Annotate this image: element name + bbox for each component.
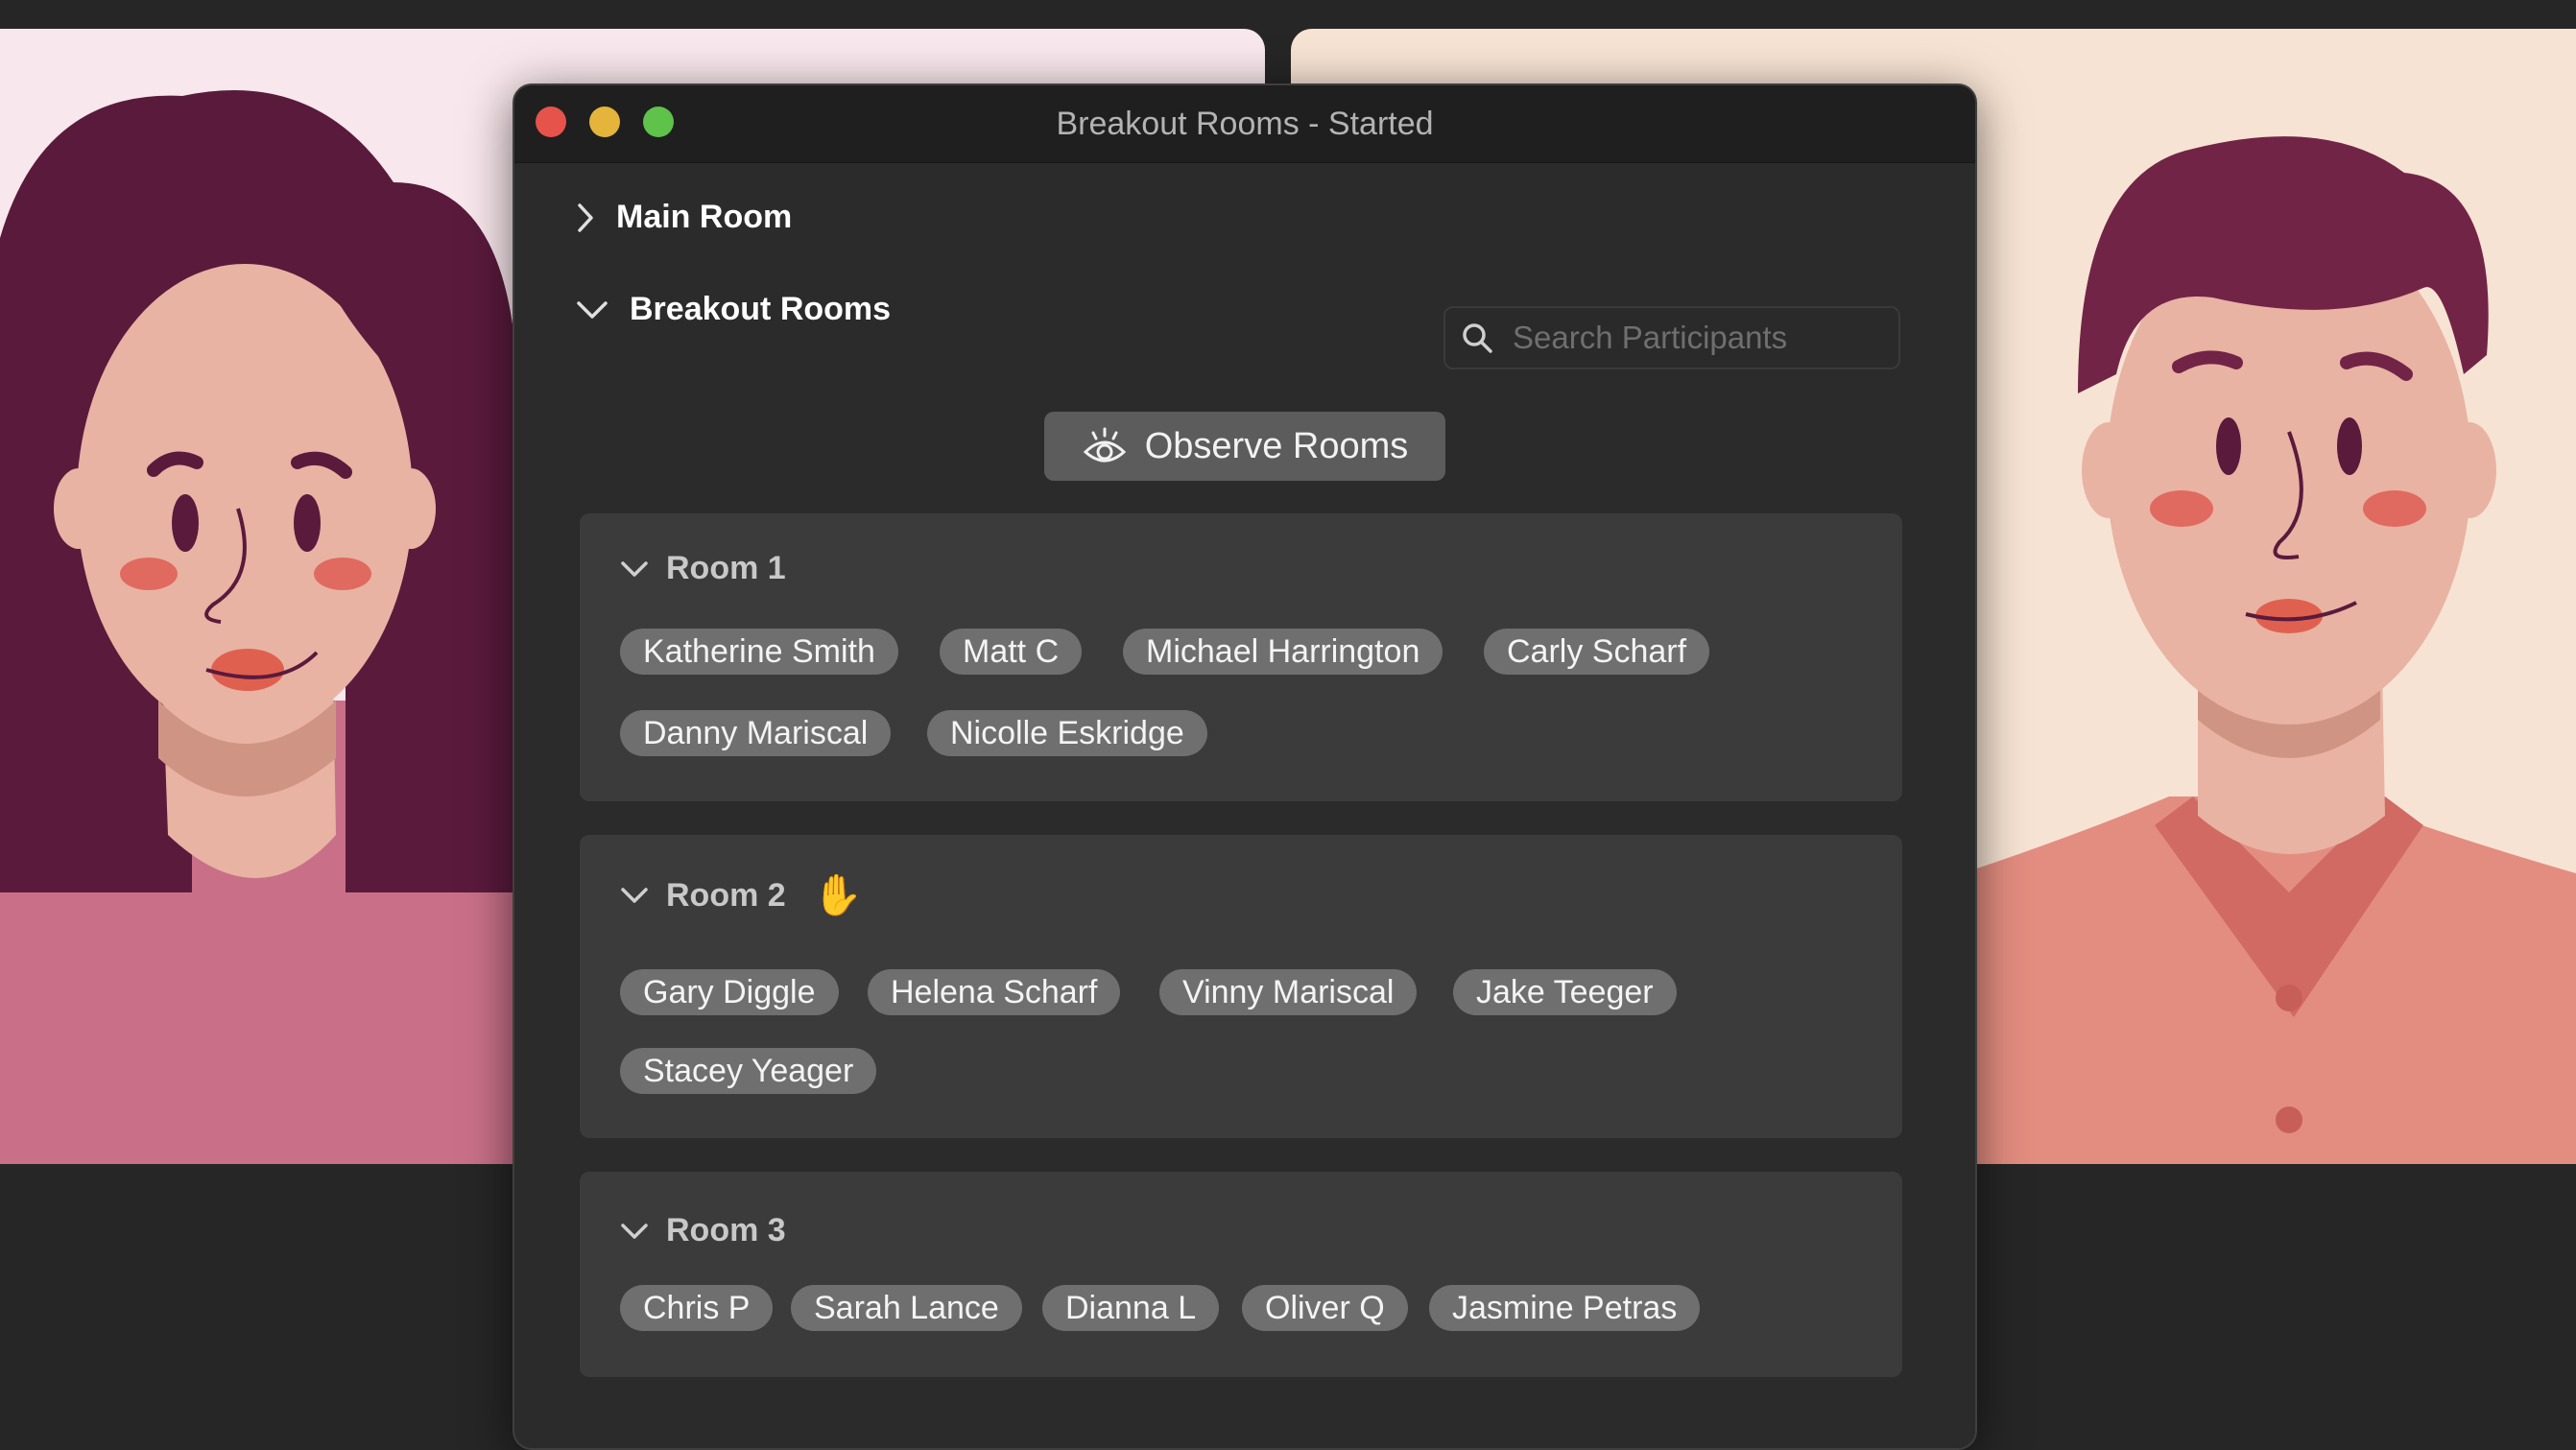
eye-icon	[1083, 427, 1126, 463]
participant-chip[interactable]: Gary Diggle	[620, 969, 839, 1015]
participant-chip[interactable]: Nicolle Eskridge	[927, 710, 1207, 756]
room-3-name: Room 3	[666, 1212, 786, 1248]
participant-chip[interactable]: Chris P	[620, 1285, 774, 1331]
chevron-down-icon	[577, 300, 608, 319]
chevron-down-icon	[621, 560, 648, 577]
participant-chip[interactable]: Katherine Smith	[620, 629, 898, 675]
breakout-rooms-label: Breakout Rooms	[630, 291, 892, 327]
room-1-toggle[interactable]: Room 1	[620, 550, 786, 587]
chevron-down-icon	[621, 888, 648, 903]
room-card-1: Room 1 Katherine Smith Matt C Michael Ha…	[580, 513, 1902, 801]
participant-chip[interactable]: Jake Teeger	[1453, 969, 1677, 1015]
chevron-down-icon	[621, 1223, 648, 1239]
participant-chip[interactable]: Michael Harrington	[1123, 629, 1443, 675]
participant-chip[interactable]: Helena Scharf	[868, 969, 1121, 1015]
room-card-2: Room 2 ✋ Gary Diggle Helena Scharf Vinny…	[580, 835, 1902, 1138]
title-bar: Breakout Rooms - Started	[514, 85, 1975, 163]
room-2-name: Room 2	[666, 876, 786, 914]
observe-rooms-label: Observe Rooms	[1144, 425, 1409, 466]
participant-chip[interactable]: Carly Scharf	[1484, 629, 1710, 675]
chevron-right-icon	[578, 202, 593, 232]
participant-chip[interactable]: Matt C	[940, 629, 1083, 675]
search-icon	[1463, 323, 1492, 353]
participant-chip[interactable]: Vinny Mariscal	[1159, 969, 1418, 1015]
participant-chip[interactable]: Danny Mariscal	[620, 710, 892, 756]
breakout-rooms-toggle[interactable]: Breakout Rooms	[576, 291, 891, 328]
breakout-rooms-window: Breakout Rooms - Started Main Room Break…	[513, 83, 1977, 1450]
main-room-toggle[interactable]: Main Room	[576, 199, 792, 236]
window-title: Breakout Rooms - Started	[1056, 106, 1434, 142]
search-box[interactable]	[1443, 306, 1900, 369]
observe-rooms-button[interactable]: Observe Rooms	[1044, 412, 1445, 481]
raised-hand-icon: ✋	[812, 872, 863, 917]
main-room-label: Main Room	[616, 199, 793, 235]
room-card-3: Room 3 Chris P Sarah Lance Dianna L Oliv…	[580, 1172, 1902, 1377]
participant-chip[interactable]: Stacey Yeager	[620, 1048, 877, 1094]
participant-chip[interactable]: Jasmine Petras	[1429, 1285, 1701, 1331]
participant-chip[interactable]: Sarah Lance	[791, 1285, 1022, 1331]
room-3-toggle[interactable]: Room 3	[620, 1212, 786, 1249]
participant-chip[interactable]: Oliver Q	[1242, 1285, 1408, 1331]
participant-chip[interactable]: Dianna L	[1042, 1285, 1220, 1331]
room-2-toggle[interactable]: Room 2 ✋	[620, 875, 863, 915]
search-participants-input[interactable]	[1511, 319, 1879, 357]
room-1-name: Room 1	[666, 550, 786, 586]
